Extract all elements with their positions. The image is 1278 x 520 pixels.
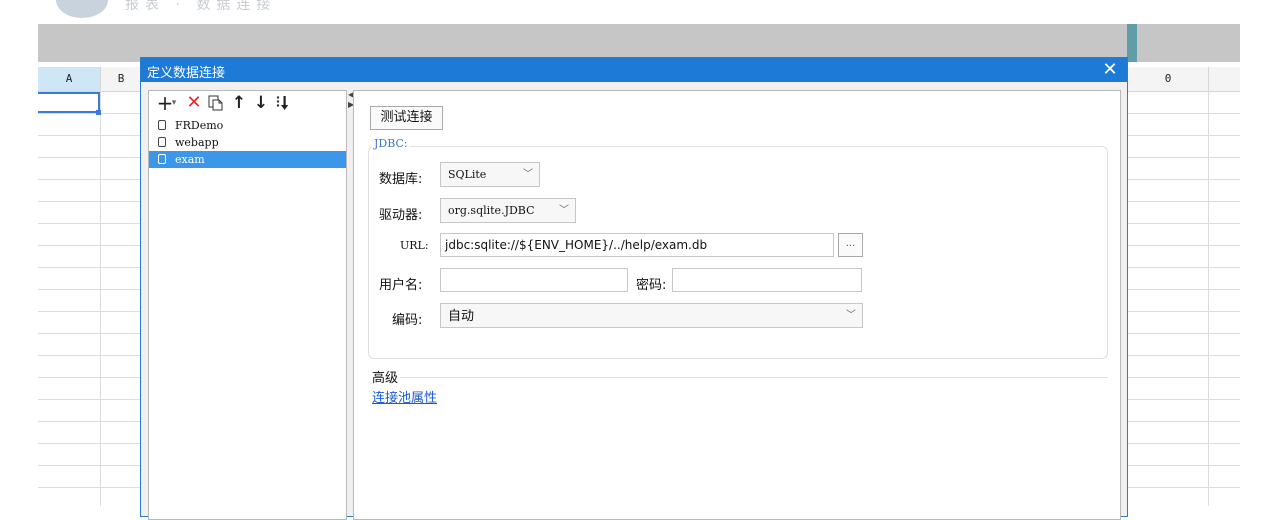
fill-handle[interactable] (96, 110, 101, 115)
url-label: URL: (400, 239, 429, 252)
url-input[interactable]: jdbc:sqlite://${ENV_HOME}/../help/exam.d… (440, 233, 834, 257)
connection-name: exam (175, 153, 205, 166)
add-dropdown-icon[interactable]: ▾ (169, 93, 179, 113)
selected-cell[interactable] (38, 92, 100, 113)
connection-settings-pane: 测试连接 JDBC: 数据库: SQLite ﹀ 驱动器: org.sqlite… (353, 90, 1121, 520)
chevron-down-icon: ﹀ (523, 169, 533, 180)
chevron-down-icon: ﹀ (846, 310, 856, 321)
encoding-value: 自动 (448, 308, 475, 323)
move-up-icon[interactable]: ↑ (229, 93, 249, 113)
advanced-section-title: 高级 (372, 371, 399, 386)
column-header-b[interactable]: B (101, 67, 142, 91)
advanced-divider (400, 377, 1108, 378)
connection-name: FRDemo (175, 119, 224, 132)
copy-icon[interactable] (206, 93, 226, 113)
driver-label: 驱动器: (379, 208, 423, 223)
column-header-a[interactable]: A (38, 67, 101, 91)
move-down-icon[interactable]: ↓ (251, 93, 271, 113)
delete-icon[interactable]: ✕ (184, 93, 204, 113)
band-marker (1127, 24, 1137, 62)
app-logo (56, 0, 108, 18)
connection-toolbar: + ▾ ✕ ↑ ↓ (149, 91, 346, 116)
test-connection-button[interactable]: 测试连接 (370, 106, 443, 130)
define-data-connection-dialog: 定义数据连接 ✕ + ▾ ✕ ↑ ↓ FRDemo webapp exam ◀ … (140, 57, 1128, 520)
connection-list: FRDemo webapp exam (149, 117, 346, 168)
top-banner: 报表 · 数据连接 (0, 0, 1278, 24)
encoding-select[interactable]: 自动 ﹀ (440, 303, 863, 328)
dialog-title: 定义数据连接 (147, 66, 226, 81)
username-input[interactable] (440, 268, 628, 292)
close-icon[interactable]: ✕ (1097, 58, 1123, 82)
dialog-titlebar[interactable]: 定义数据连接 ✕ (141, 58, 1127, 82)
list-item[interactable]: FRDemo (149, 117, 346, 134)
password-input[interactable] (672, 268, 862, 292)
list-item[interactable]: webapp (149, 134, 346, 151)
database-icon (158, 137, 166, 147)
driver-select[interactable]: org.sqlite.JDBC ﹀ (440, 198, 576, 223)
jdbc-group-title: JDBC: (372, 137, 410, 150)
database-select[interactable]: SQLite ﹀ (440, 162, 540, 187)
driver-value: org.sqlite.JDBC (448, 204, 535, 217)
sort-icon[interactable] (273, 93, 293, 113)
encoding-label: 编码: (392, 313, 423, 328)
column-header-0[interactable]: 0 (1128, 67, 1209, 91)
list-item-selected[interactable]: exam (149, 151, 346, 168)
connection-list-pane: + ▾ ✕ ↑ ↓ FRDemo webapp exam (148, 90, 347, 520)
url-browse-button[interactable]: ... (838, 233, 863, 257)
database-icon (158, 154, 166, 164)
username-label: 用户名: (379, 278, 423, 293)
chevron-down-icon: ﹀ (559, 205, 569, 216)
password-label: 密码: (636, 278, 667, 293)
database-value: SQLite (448, 168, 487, 181)
connection-name: webapp (175, 136, 219, 149)
banner-text: 报表 · 数据连接 (125, 0, 277, 13)
pool-properties-link[interactable]: 连接池属性 (372, 387, 437, 406)
database-label: 数据库: (379, 172, 423, 187)
database-icon (158, 120, 166, 130)
